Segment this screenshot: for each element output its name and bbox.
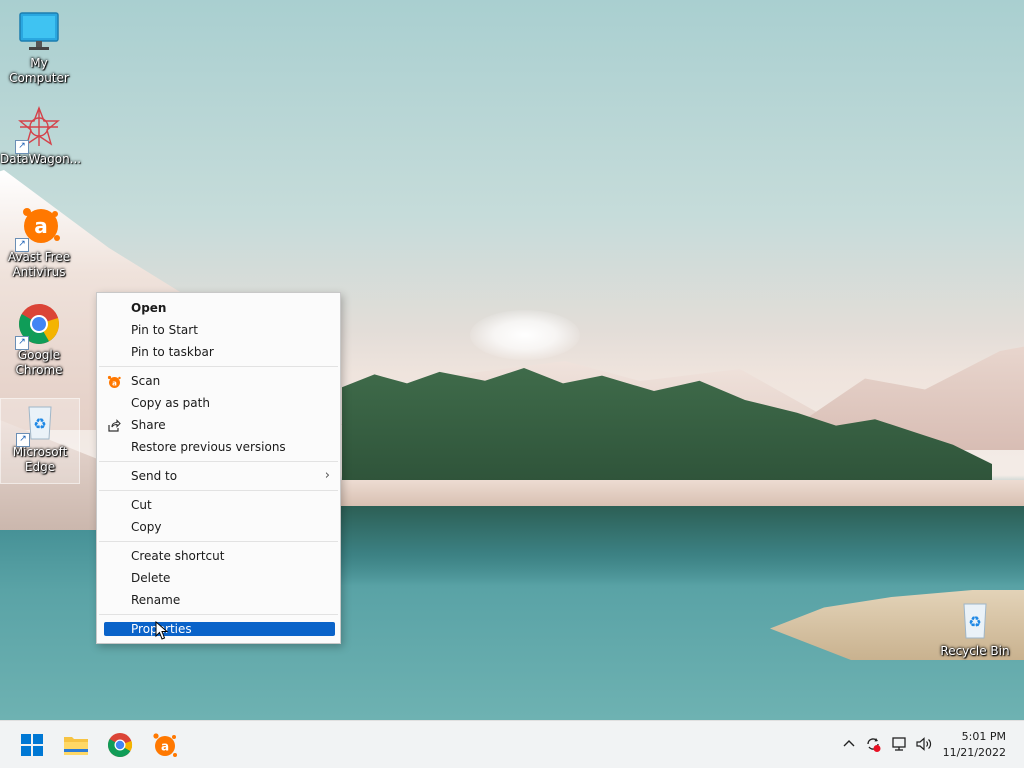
recycle-bin-icon: ♻ ↗ <box>16 399 62 447</box>
menu-separator <box>99 614 338 615</box>
shortcut-arrow-icon: ↗ <box>15 238 29 252</box>
menu-item-open[interactable]: Open <box>97 297 340 319</box>
chrome-icon[interactable] <box>104 729 136 761</box>
menu-item-cut[interactable]: Cut <box>97 494 340 516</box>
svg-text:a: a <box>161 740 169 754</box>
avast-icon: a ↗ <box>15 204 61 252</box>
menu-item-label: Scan <box>131 374 161 388</box>
menu-item-copy-as-path[interactable]: Copy as path <box>97 392 340 414</box>
desktop-icon-label: Microsoft Edge <box>12 445 68 474</box>
network-icon[interactable] <box>890 735 908 753</box>
menu-item-create-shortcut[interactable]: Create shortcut <box>97 545 340 567</box>
menu-separator <box>99 541 338 542</box>
svg-text:♻: ♻ <box>33 415 46 433</box>
avast-icon[interactable]: a <box>148 729 180 761</box>
avast-icon: a <box>107 374 121 388</box>
taskbar: a 5:01 PM 11/21/2022 <box>0 720 1024 768</box>
desktop-icon-avast[interactable]: a ↗ Avast Free Antivirus <box>0 204 78 280</box>
volume-icon[interactable] <box>914 735 932 753</box>
chrome-icon: ↗ <box>15 302 61 350</box>
menu-separator <box>99 366 338 367</box>
chevron-up-icon[interactable] <box>840 735 858 753</box>
menu-item-pin-to-taskbar[interactable]: Pin to taskbar <box>97 341 340 363</box>
desktop-icon-edge[interactable]: ♻ ↗ Microsoft Edge <box>0 398 80 484</box>
shortcut-arrow-icon: ↗ <box>16 433 30 447</box>
menu-item-restore-previous-versions[interactable]: Restore previous versions <box>97 436 340 458</box>
menu-item-rename[interactable]: Rename <box>97 589 340 611</box>
taskbar-clock[interactable]: 5:01 PM 11/21/2022 <box>943 729 1006 761</box>
desktop-icon-label: Google Chrome <box>15 348 63 377</box>
desktop-icon-label: My Computer <box>9 56 69 85</box>
context-menu: Open Pin to Start Pin to taskbar a Scan … <box>96 292 341 644</box>
desktop-icon-my-computer[interactable]: My Computer <box>0 10 78 86</box>
monitor-icon <box>17 10 61 54</box>
svg-text:a: a <box>112 379 117 387</box>
clock-date: 11/21/2022 <box>942 746 1006 759</box>
beach <box>340 480 1024 506</box>
desktop-background[interactable]: My Computer ↗ DataWagon... a ↗ Avast Fre… <box>0 0 1024 720</box>
clock-time: 5:01 PM <box>961 730 1006 743</box>
water-reflection <box>340 506 1024 586</box>
desktop-icon-chrome[interactable]: ↗ Google Chrome <box>0 302 78 378</box>
desktop-icon-datawagon[interactable]: ↗ DataWagon... <box>0 106 82 167</box>
chevron-right-icon: › <box>324 468 330 483</box>
sun-glow <box>470 310 580 360</box>
file-explorer-icon[interactable] <box>60 729 92 761</box>
svg-text:a: a <box>34 214 48 238</box>
avast-update-icon[interactable] <box>864 735 882 753</box>
desktop-icon-label: Avast Free Antivirus <box>7 250 71 279</box>
recycle-bin-icon: ♻ <box>953 598 997 642</box>
menu-item-label: Share <box>131 418 166 432</box>
shortcut-arrow-icon: ↗ <box>15 140 29 154</box>
menu-item-share[interactable]: Share <box>97 414 340 436</box>
menu-separator <box>99 490 338 491</box>
menu-item-scan[interactable]: a Scan <box>97 370 340 392</box>
menu-item-send-to[interactable]: Send to › <box>97 465 340 487</box>
share-icon <box>107 418 121 432</box>
shortcut-arrow-icon: ↗ <box>15 336 29 350</box>
menu-item-properties[interactable]: Properties <box>104 622 335 636</box>
mouse-cursor-icon <box>155 621 169 640</box>
menu-item-pin-to-start[interactable]: Pin to Start <box>97 319 340 341</box>
menu-item-label: Send to <box>131 469 178 483</box>
svg-text:♻: ♻ <box>968 613 981 631</box>
desktop-icon-recycle-bin[interactable]: ♻ Recycle Bin <box>936 598 1014 659</box>
menu-item-copy[interactable]: Copy <box>97 516 340 538</box>
desktop-icon-label: Recycle Bin <box>940 644 1010 658</box>
windows-start-icon[interactable] <box>16 729 48 761</box>
desktop-icon-label: DataWagon... <box>0 152 82 166</box>
datawagon-icon: ↗ <box>15 106 61 154</box>
menu-separator <box>99 461 338 462</box>
menu-item-delete[interactable]: Delete <box>97 567 340 589</box>
